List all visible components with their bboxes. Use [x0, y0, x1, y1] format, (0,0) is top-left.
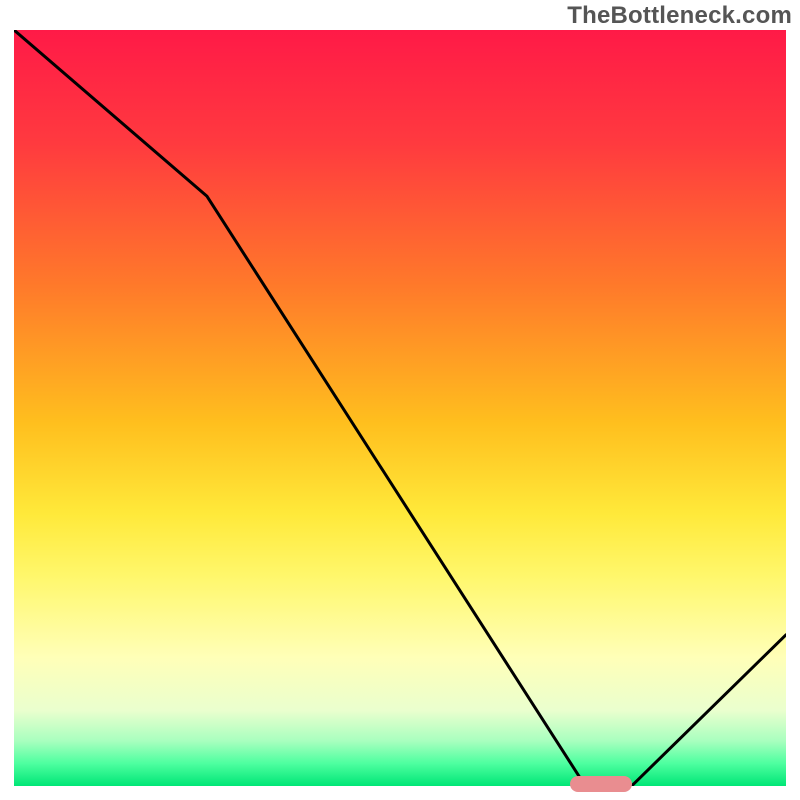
chart-container: TheBottleneck.com [0, 0, 800, 800]
plot-area [14, 30, 786, 786]
watermark-text: TheBottleneck.com [567, 2, 792, 30]
optimal-range-marker [570, 776, 632, 792]
curve-path [14, 30, 786, 786]
bottleneck-curve [14, 30, 786, 786]
